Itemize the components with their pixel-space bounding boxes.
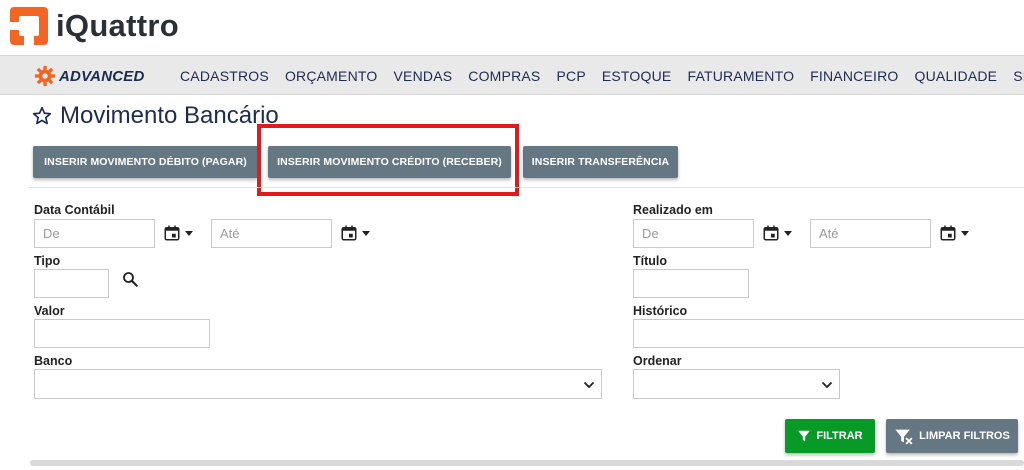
calendar-icon	[164, 225, 180, 241]
caret-down-icon	[961, 230, 969, 236]
realizado-em-label: Realizado em	[633, 203, 713, 217]
filter-remove-icon	[895, 429, 913, 445]
caret-down-icon	[362, 230, 370, 236]
data-contabil-to-calendar[interactable]	[340, 224, 370, 242]
top-header: iQuattro	[0, 0, 1024, 54]
data-contabil-to-input[interactable]: Até	[211, 219, 332, 248]
tipo-input[interactable]	[34, 269, 109, 298]
highlight-box	[257, 124, 519, 196]
nav-item-pcp[interactable]: PCP	[556, 68, 585, 84]
nav-item-spe[interactable]: SPE	[1013, 68, 1024, 84]
nav-item-vendas[interactable]: VENDAS	[394, 68, 453, 84]
ordenar-label: Ordenar	[633, 354, 682, 368]
banco-label: Banco	[34, 354, 73, 368]
gear-icon	[34, 65, 56, 87]
main-nav: ADVANCED CADASTROS ORÇAMENTO VENDAS COMP…	[0, 55, 1024, 95]
titulo-input[interactable]	[633, 269, 749, 298]
page-title-text: Movimento Bancário	[60, 102, 279, 129]
nav-item-faturamento[interactable]: FATURAMENTO	[687, 68, 794, 84]
nav-item-qualidade[interactable]: QUALIDADE	[915, 68, 998, 84]
star-icon[interactable]	[32, 106, 52, 126]
filter-button[interactable]: FILTRAR	[785, 419, 875, 453]
insert-debit-button[interactable]: INSERIR MOVIMENTO DÉBITO (PAGAR)	[33, 146, 258, 178]
calendar-icon	[763, 225, 779, 241]
historico-label: Histórico	[633, 304, 688, 318]
realizado-to-calendar[interactable]	[939, 224, 969, 242]
nav-item-orcamento[interactable]: ORÇAMENTO	[285, 68, 378, 84]
historico-input[interactable]	[633, 319, 1024, 348]
nav-item-financeiro[interactable]: FINANCEIRO	[810, 68, 898, 84]
filter-icon	[798, 430, 811, 442]
chevron-down-icon	[583, 381, 595, 389]
calendar-icon	[940, 225, 956, 241]
tipo-label: Tipo	[34, 254, 61, 268]
iquattro-logo-icon[interactable]	[10, 7, 48, 45]
realizado-to-input[interactable]: Até	[810, 219, 931, 248]
clear-filters-button[interactable]: LIMPAR FILTROS	[886, 419, 1018, 453]
nav-item-compras[interactable]: COMPRAS	[468, 68, 540, 84]
ordenar-select[interactable]	[633, 369, 840, 399]
edition-label: ADVANCED	[59, 67, 145, 85]
search-icon[interactable]	[121, 270, 139, 288]
nav-menu: CADASTROS ORÇAMENTO VENDAS COMPRAS PCP E…	[180, 56, 1024, 94]
data-contabil-from-input[interactable]: De	[34, 219, 155, 248]
banco-select[interactable]	[34, 369, 602, 399]
caret-down-icon	[185, 230, 193, 236]
section-divider	[28, 187, 1024, 188]
data-contabil-from-calendar[interactable]	[163, 224, 193, 242]
calendar-icon	[341, 225, 357, 241]
data-contabil-label: Data Contábil	[34, 203, 115, 217]
realizado-from-calendar[interactable]	[762, 224, 792, 242]
chevron-down-icon	[821, 381, 833, 389]
titulo-label: Título	[633, 254, 668, 268]
advanced-badge[interactable]: ADVANCED	[34, 65, 145, 87]
page-title: Movimento Bancário	[32, 102, 279, 130]
brand-name: iQuattro	[56, 8, 179, 43]
realizado-from-input[interactable]: De	[633, 219, 754, 248]
clear-filters-label: LIMPAR FILTROS	[919, 430, 1010, 442]
caret-down-icon	[784, 230, 792, 236]
filter-button-label: FILTRAR	[816, 430, 863, 442]
nav-item-cadastros[interactable]: CADASTROS	[180, 68, 269, 84]
horizontal-scrollbar[interactable]	[30, 460, 1024, 466]
valor-label: Valor	[34, 304, 65, 318]
insert-transfer-button[interactable]: INSERIR TRANSFERÊNCIA	[523, 146, 678, 178]
valor-input[interactable]	[34, 319, 210, 348]
nav-item-estoque[interactable]: ESTOQUE	[602, 68, 672, 84]
